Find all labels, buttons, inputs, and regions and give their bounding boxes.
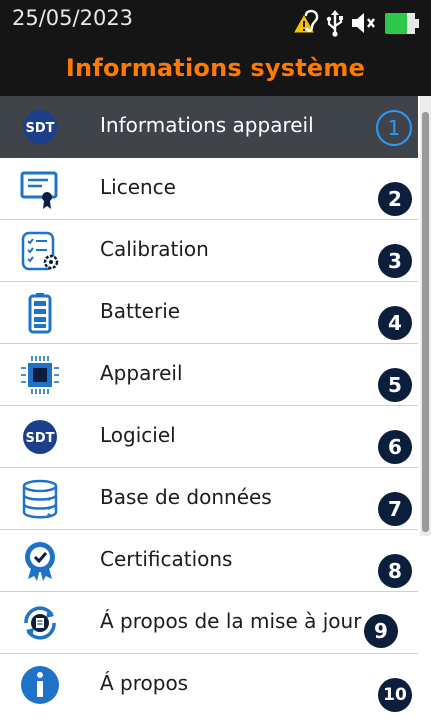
item-number-badge: 5 bbox=[378, 368, 412, 402]
svg-text:SDT: SDT bbox=[25, 121, 54, 136]
menu-item-label: Licence bbox=[100, 175, 176, 199]
sdt-logo-icon: SDT bbox=[23, 110, 57, 144]
menu-item-appareil[interactable]: Appareil 5 bbox=[0, 344, 418, 406]
menu-item-label: Batterie bbox=[100, 299, 181, 323]
battery-full-icon bbox=[28, 293, 52, 334]
calibration-checklist-icon bbox=[21, 231, 59, 271]
menu-item-label: Calibration bbox=[100, 237, 209, 261]
menu-item-label: Certifications bbox=[100, 547, 233, 571]
licence-certificate-icon bbox=[20, 171, 58, 209]
item-number-badge: 6 bbox=[378, 430, 412, 464]
page-title: Informations système bbox=[65, 54, 366, 82]
database-icon bbox=[22, 479, 58, 519]
menu-item-logiciel[interactable]: SDT Logiciel 6 bbox=[0, 406, 418, 468]
menu-item-label: Á propos de la mise à jour bbox=[100, 609, 362, 633]
menu-item-informations-appareil[interactable]: SDT Informations appareil 1 bbox=[0, 96, 418, 158]
status-icons bbox=[291, 8, 431, 38]
date-display: 25/05/2023 bbox=[12, 6, 134, 30]
menu-item-batterie[interactable]: Batterie 4 bbox=[0, 282, 418, 344]
item-number-badge: 4 bbox=[378, 306, 412, 340]
menu-item-certifications[interactable]: Certifications 8 bbox=[0, 530, 418, 592]
certification-seal-icon bbox=[25, 542, 55, 581]
info-icon bbox=[21, 666, 59, 704]
item-number-badge: 10 bbox=[378, 678, 412, 712]
item-number-badge: 8 bbox=[378, 554, 412, 588]
menu-item-label: Base de données bbox=[100, 485, 272, 509]
menu-item-label: Informations appareil bbox=[100, 113, 314, 137]
item-number-badge: 9 bbox=[364, 614, 398, 648]
svg-text:SDT: SDT bbox=[25, 431, 54, 446]
battery-icon bbox=[385, 13, 419, 34]
menu-item-calibration[interactable]: Calibration 3 bbox=[0, 220, 418, 282]
update-document-icon bbox=[24, 606, 56, 640]
usb-icon bbox=[326, 10, 343, 37]
item-number-badge: 3 bbox=[378, 244, 412, 278]
chip-icon bbox=[21, 356, 59, 394]
mute-icon bbox=[352, 13, 375, 33]
menu-item-label: Á propos bbox=[100, 671, 189, 695]
status-bar: 25/05/2023 Informations système bbox=[0, 0, 431, 96]
hearing-warning-icon bbox=[294, 9, 319, 33]
menu-item-licence[interactable]: Licence 2 bbox=[0, 158, 418, 220]
menu-item-base-de-donnees[interactable]: Base de données 7 bbox=[0, 468, 418, 530]
menu-item-label: Appareil bbox=[100, 361, 183, 385]
item-number-badge: 2 bbox=[378, 182, 412, 216]
menu-item-label: Logiciel bbox=[100, 423, 176, 447]
scrollbar-thumb[interactable] bbox=[422, 112, 429, 532]
item-number-badge: 1 bbox=[376, 110, 412, 146]
item-number-badge: 7 bbox=[378, 492, 412, 526]
sdt-logo-icon: SDT bbox=[23, 420, 57, 454]
menu-item-mise-a-jour[interactable]: Á propos de la mise à jour 9 bbox=[0, 592, 418, 654]
menu-item-a-propos[interactable]: Á propos 10 bbox=[0, 654, 418, 725]
